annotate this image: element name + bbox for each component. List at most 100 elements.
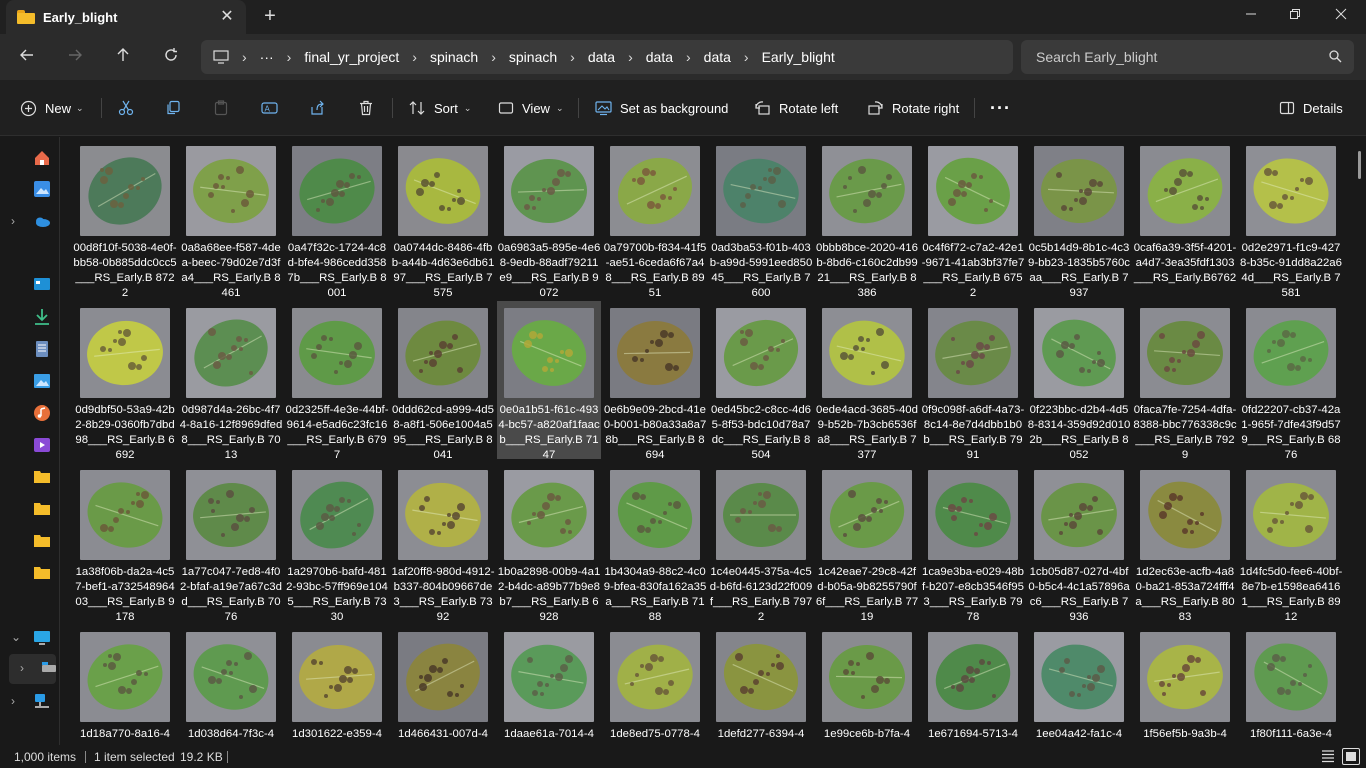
file-item[interactable]: 1e671694-5713-4 xyxy=(921,625,1025,745)
new-tab-button[interactable]: + xyxy=(258,5,282,29)
file-item[interactable]: 0f223bbc-d2b4-4d58-8314-359d92d0102b___R… xyxy=(1027,301,1131,461)
file-item[interactable]: 0a79700b-f834-41f5-ae51-6ceda6f67a48___R… xyxy=(603,139,707,299)
gallery-icon[interactable] xyxy=(33,180,51,198)
close-tab-icon[interactable]: ✕ xyxy=(218,8,236,26)
file-item[interactable]: 1a38f06b-da2a-4c57-bef1-a73254896403___R… xyxy=(73,463,177,623)
file-item[interactable]: 0a0744dc-8486-4fbb-a44b-4d63e6db6197___R… xyxy=(391,139,495,299)
breadcrumb-early-blight[interactable]: Early_blight xyxy=(762,49,835,65)
file-item[interactable]: 0f9c098f-a6df-4a73-8c14-8e7d4dbb1b0b___R… xyxy=(921,301,1025,461)
music-icon[interactable] xyxy=(33,404,51,422)
view-button[interactable]: View ⌄ xyxy=(498,96,564,120)
large-icons-view-button[interactable] xyxy=(1342,748,1360,765)
file-item[interactable]: 1ee04a42-fa1c-4 xyxy=(1027,625,1131,745)
file-item[interactable]: 1defd277-6394-4 xyxy=(709,625,813,745)
file-item[interactable]: 0d9dbf50-53a9-42b2-8b29-0360fb7dbd98___R… xyxy=(73,301,177,461)
address-bar[interactable]: › ··· › final_yr_project › spinach › spi… xyxy=(201,40,1013,74)
file-item[interactable]: 1cb05d87-027d-4bf0-b5c4-4c1a57896ac6___R… xyxy=(1027,463,1131,623)
more-options-button[interactable]: ··· xyxy=(990,96,1011,120)
file-item[interactable]: 1f56ef5b-9a3b-4 xyxy=(1133,625,1237,745)
downloads-icon[interactable] xyxy=(33,308,51,326)
file-item[interactable]: 1e99ce6b-b7fa-4 xyxy=(815,625,919,745)
network-icon[interactable] xyxy=(33,692,51,710)
file-item[interactable]: 0d987d4a-26bc-4f74-8a16-12f8969dfed8___R… xyxy=(179,301,283,461)
details-button[interactable]: Details xyxy=(1279,96,1343,120)
file-item[interactable]: 1d466431-007d-4 xyxy=(391,625,495,745)
minimize-button[interactable] xyxy=(1228,0,1274,32)
file-item[interactable]: 1a2970b6-bafd-4812-93bc-57ff969e1045___R… xyxy=(285,463,389,623)
breadcrumb-overflow[interactable]: ··· xyxy=(260,49,274,65)
breadcrumb-data[interactable]: data xyxy=(588,49,615,65)
nav-item-selected[interactable]: › xyxy=(9,654,56,684)
file-item[interactable]: 00d8f10f-5038-4e0f-bb58-0b885ddc0cc5___R… xyxy=(73,139,177,299)
folder-icon[interactable] xyxy=(33,500,51,518)
file-item[interactable]: 1d4fc5d0-fee6-40bf-8e7b-e1598ea64161___R… xyxy=(1239,463,1343,623)
file-item[interactable]: 1f80f111-6a3e-4 xyxy=(1239,625,1343,745)
videos-icon[interactable] xyxy=(33,436,51,454)
tab-early-blight[interactable]: Early_blight ✕ xyxy=(6,0,246,34)
rotate-left-button[interactable]: Rotate left xyxy=(754,96,838,120)
rename-button[interactable]: A xyxy=(261,96,286,120)
file-item[interactable]: 0ede4acd-3685-40d9-b52b-7b3cb6536fa8___R… xyxy=(815,301,919,461)
maximize-button[interactable] xyxy=(1272,0,1318,32)
documents-icon[interactable] xyxy=(33,340,51,358)
rotate-right-button[interactable]: Rotate right xyxy=(867,96,959,120)
file-item[interactable]: 0ed45bc2-c8cc-4d65-8f53-bdc10d78a7dc___R… xyxy=(709,301,813,461)
breadcrumb-final-yr-project[interactable]: final_yr_project xyxy=(304,49,399,65)
file-item[interactable]: 0d2325ff-4e3e-44bf-9614-e5ad6c23fc16___R… xyxy=(285,301,389,461)
details-view-button[interactable] xyxy=(1320,748,1338,765)
set-as-background-button[interactable]: Set as background xyxy=(595,96,728,120)
file-item[interactable]: 1daae61a-7014-4 xyxy=(497,625,601,745)
vertical-scrollbar[interactable] xyxy=(1354,137,1366,745)
forward-button[interactable] xyxy=(61,43,89,71)
refresh-button[interactable] xyxy=(157,43,185,71)
file-item[interactable]: 1a77c047-7ed8-4f02-bfaf-a19e7a67c3dd___R… xyxy=(179,463,283,623)
chevron-right-icon[interactable]: › xyxy=(11,694,15,708)
file-item[interactable]: 0ddd62cd-a999-4d58-a8f1-506e1004a595___R… xyxy=(391,301,495,461)
folder-icon[interactable] xyxy=(33,468,51,486)
search-input[interactable]: Search Early_blight xyxy=(1021,40,1354,74)
home-icon[interactable] xyxy=(33,149,51,167)
file-item[interactable]: 0faca7fe-7254-4dfa-8388-bbc776338c9c___R… xyxy=(1133,301,1237,461)
pictures-icon[interactable] xyxy=(33,372,51,390)
onedrive-icon[interactable] xyxy=(33,212,51,230)
file-item[interactable]: 1ca9e3ba-e029-48bf-b207-e8cb3546f953___R… xyxy=(921,463,1025,623)
chevron-down-icon[interactable]: ⌄ xyxy=(11,630,21,644)
file-item[interactable]: 1b4304a9-88c2-4c09-bfea-830fa162a35a___R… xyxy=(603,463,707,623)
folder-icon[interactable] xyxy=(33,532,51,550)
cut-button[interactable] xyxy=(118,96,142,120)
file-item[interactable]: 0c5b14d9-8b1c-4c39-bb23-1835b5760caa___R… xyxy=(1027,139,1131,299)
file-item[interactable]: 0e6b9e09-2bcd-41e0-b001-b80a33a8a78b___R… xyxy=(603,301,707,461)
breadcrumb-spinach[interactable]: spinach xyxy=(430,49,478,65)
desktop-icon[interactable] xyxy=(33,276,51,294)
paste-button[interactable] xyxy=(213,96,237,120)
file-item[interactable]: 0fd22207-cb37-42a1-965f-7dfe43f9d579___R… xyxy=(1239,301,1343,461)
file-item[interactable]: 1de8ed75-0778-4 xyxy=(603,625,707,745)
file-item[interactable]: 1c4e0445-375a-4c5d-b6fd-6123d22f009f___R… xyxy=(709,463,813,623)
file-item[interactable]: 0caf6a39-3f5f-4201-a4d7-3ea35fdf1303___R… xyxy=(1133,139,1237,297)
file-item[interactable]: 0e0a1b51-f61c-4934-bc57-a820af1faacb___R… xyxy=(497,301,601,461)
chevron-right-icon[interactable]: › xyxy=(11,214,15,228)
file-item[interactable]: 0a6983a5-895e-4e68-9edb-88adf79211e9___R… xyxy=(497,139,601,299)
share-button[interactable] xyxy=(309,96,333,120)
back-button[interactable] xyxy=(13,43,41,71)
file-item[interactable]: 0ad3ba53-f01b-403b-a99d-5991eed85045___R… xyxy=(709,139,813,299)
file-item[interactable]: 1c42eae7-29c8-42fd-b05a-9b8255790f6f___R… xyxy=(815,463,919,623)
new-button[interactable]: New ⌄ xyxy=(20,96,84,120)
scrollbar-thumb[interactable] xyxy=(1358,151,1361,179)
sort-button[interactable]: Sort ⌄ xyxy=(409,96,471,120)
breadcrumb-spinach-2[interactable]: spinach xyxy=(509,49,557,65)
delete-button[interactable] xyxy=(358,96,382,120)
this-pc-icon[interactable] xyxy=(33,629,51,647)
close-window-button[interactable] xyxy=(1318,0,1364,32)
file-item[interactable]: 1d18a770-8a16-4 xyxy=(73,625,177,745)
file-item[interactable]: 0a47f32c-1724-4c8d-bfe4-986cedd3587b___R… xyxy=(285,139,389,299)
file-item[interactable]: 0a8a68ee-f587-4dea-beec-79d02e7d3fa4___R… xyxy=(179,139,283,299)
up-button[interactable] xyxy=(109,43,137,71)
file-item[interactable]: 1d038d64-7f3c-4 xyxy=(179,625,283,745)
file-item[interactable]: 1b0a2898-00b9-4a12-b4dc-a89b77b9e8b7___R… xyxy=(497,463,601,623)
copy-button[interactable] xyxy=(165,96,189,120)
file-item[interactable]: 1d301622-e359-4 xyxy=(285,625,389,745)
file-item[interactable]: 0d2e2971-f1c9-4278-b35c-91dd8a22a64d___R… xyxy=(1239,139,1343,299)
breadcrumb-data-3[interactable]: data xyxy=(704,49,731,65)
breadcrumb-data-2[interactable]: data xyxy=(646,49,673,65)
